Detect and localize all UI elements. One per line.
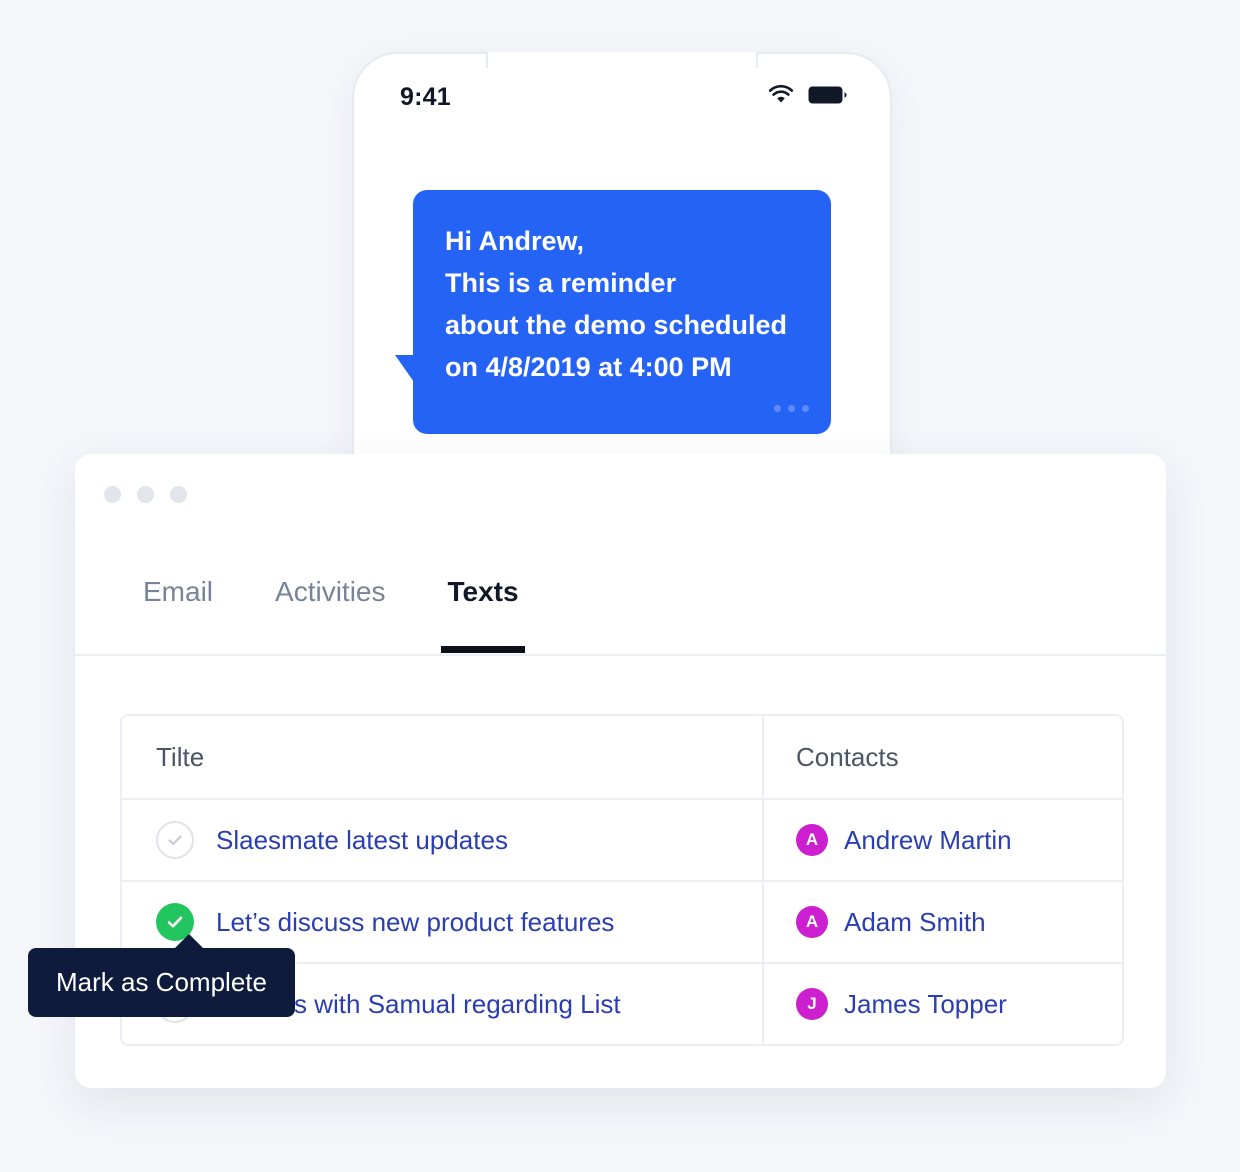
message-list: Hi Andrew, This is a reminder about the … bbox=[368, 190, 876, 434]
table-row: Slaesmate latest updates A Andrew Martin bbox=[122, 800, 1122, 882]
tab-texts[interactable]: Texts bbox=[441, 562, 525, 653]
status-indicators bbox=[768, 84, 848, 110]
tooltip-mark-as-complete: Mark as Complete bbox=[28, 934, 295, 1017]
battery-full-icon bbox=[808, 85, 848, 110]
tab-bar: Email Activities Texts bbox=[75, 562, 1166, 656]
bubble-tail bbox=[395, 355, 414, 382]
status-time: 9:41 bbox=[400, 82, 451, 111]
message-bubble: Hi Andrew, This is a reminder about the … bbox=[395, 190, 831, 434]
window-dot-close[interactable] bbox=[104, 486, 121, 503]
tab-activities[interactable]: Activities bbox=[269, 562, 391, 650]
avatar: A bbox=[796, 824, 828, 856]
row-1-title[interactable]: Slaesmate latest updates bbox=[216, 825, 508, 856]
window-dot-minimize[interactable] bbox=[137, 486, 154, 503]
message-line-4: on 4/8/2019 at 4:00 PM bbox=[445, 352, 732, 382]
window-dot-maximize[interactable] bbox=[170, 486, 187, 503]
row-3-contact[interactable]: James Topper bbox=[844, 989, 1007, 1020]
message-line-1: Hi Andrew, bbox=[445, 226, 585, 256]
message-line-2: This is a reminder bbox=[445, 268, 677, 298]
column-header-contacts: Contacts bbox=[796, 741, 899, 772]
row-1-contact-cell: A Andrew Martin bbox=[764, 800, 1122, 880]
table-header-row: Tilte Contacts bbox=[122, 716, 1122, 800]
window-controls bbox=[104, 486, 187, 503]
avatar: J bbox=[796, 988, 828, 1020]
row-3-contact-cell: J James Topper bbox=[764, 964, 1122, 1044]
wifi-icon bbox=[768, 84, 794, 110]
message-line-3: about the demo scheduled bbox=[445, 310, 788, 340]
row-2-contact[interactable]: Adam Smith bbox=[844, 907, 986, 938]
tab-email[interactable]: Email bbox=[137, 562, 219, 650]
header-cell-contacts: Contacts bbox=[764, 716, 1122, 798]
more-dots-icon[interactable] bbox=[774, 405, 809, 412]
avatar: A bbox=[796, 906, 828, 938]
status-bar: 9:41 bbox=[368, 68, 876, 126]
row-1-title-cell: Slaesmate latest updates bbox=[122, 800, 764, 880]
header-cell-title: Tilte bbox=[122, 716, 764, 798]
check-circle-outline-icon[interactable] bbox=[156, 821, 194, 859]
page-root: 9:41 Hi Andrew, This is a reminder about… bbox=[0, 0, 1240, 1172]
row-2-title[interactable]: Let’s discuss new product features bbox=[216, 907, 614, 938]
row-1-contact[interactable]: Andrew Martin bbox=[844, 825, 1012, 856]
column-header-title: Tilte bbox=[156, 741, 205, 772]
row-2-contact-cell: A Adam Smith bbox=[764, 882, 1122, 962]
